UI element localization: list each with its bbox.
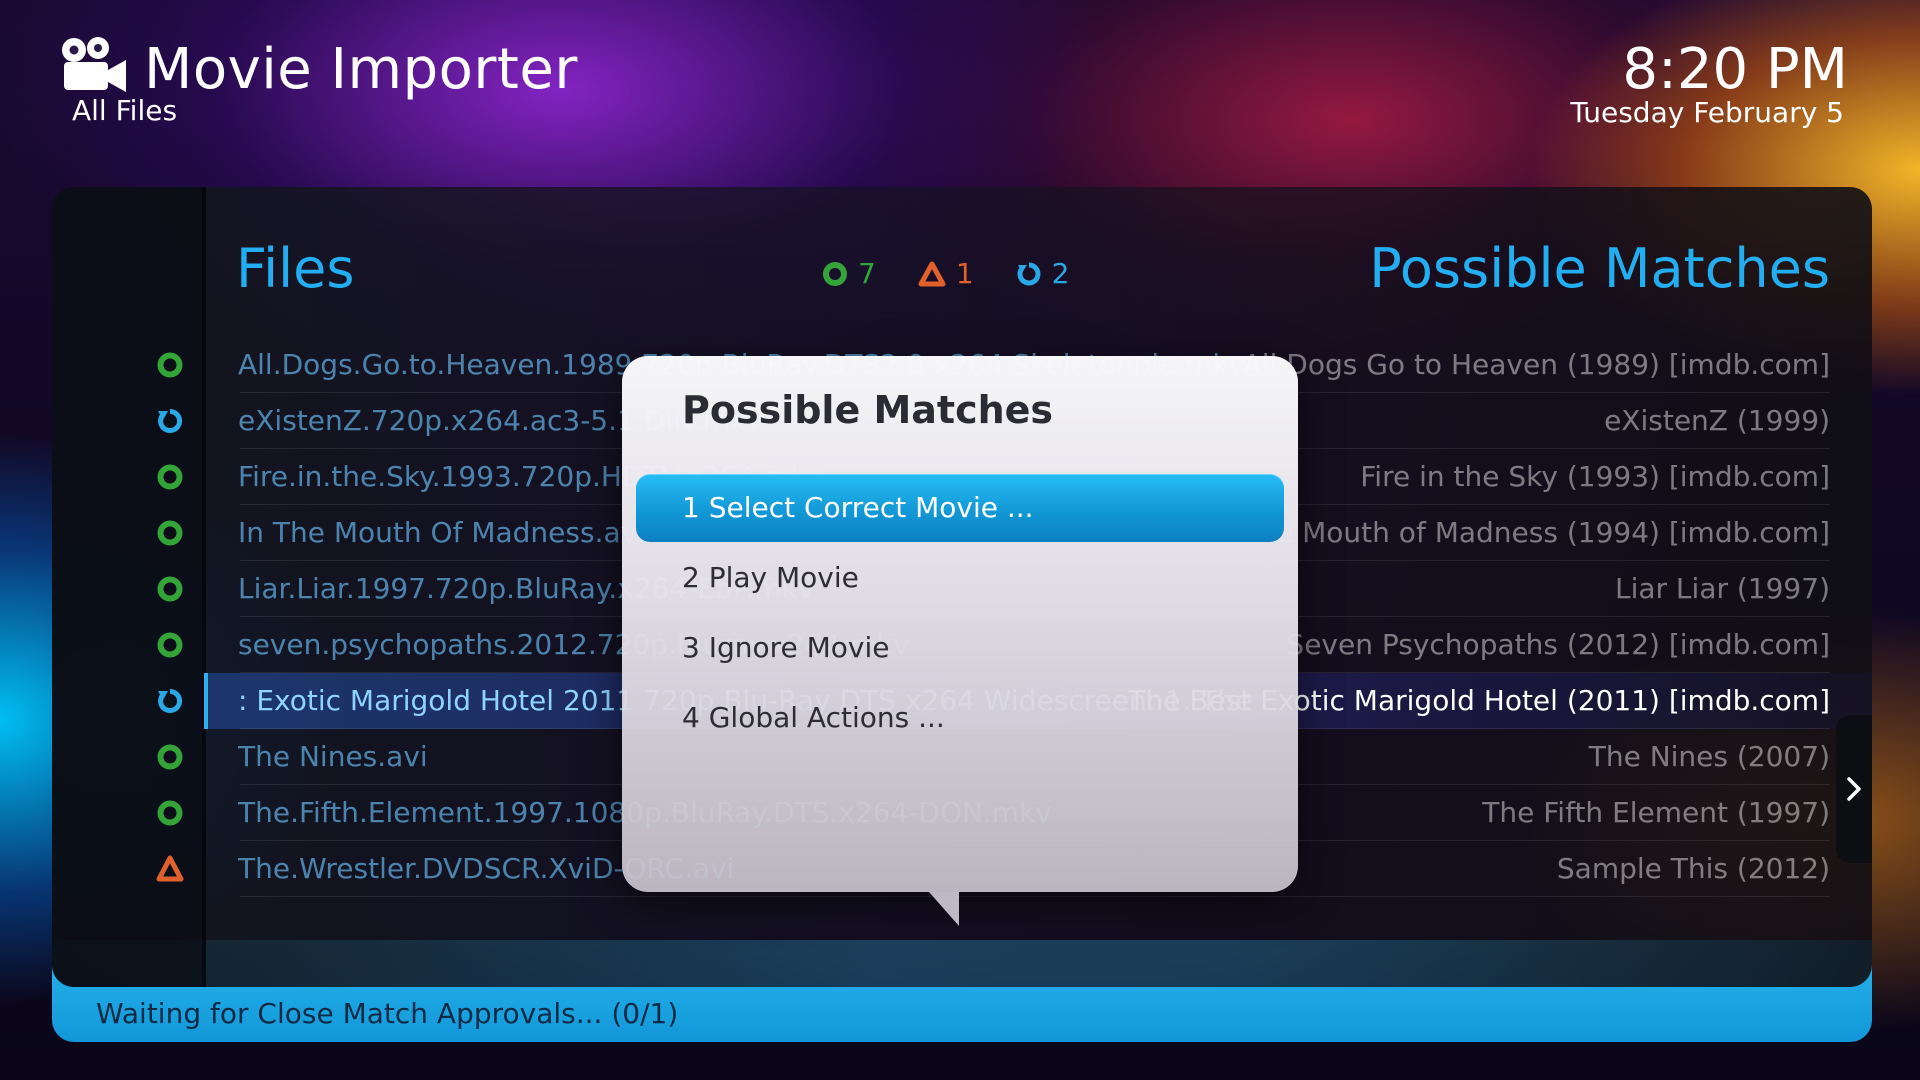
files-heading: Files [236,237,355,300]
match-name: Liar Liar (1997) [1614,572,1830,605]
check-circle-icon [156,575,184,603]
chevron-right-icon [1847,777,1861,801]
summary-pending: 2 [1016,257,1070,290]
menu-item-global-actions[interactable]: 4 Global Actions ... [636,684,1284,752]
match-name: In the Mouth of Madness (1994) [imdb.com… [1212,516,1830,549]
match-name: eXistenZ (1999) [1604,404,1830,437]
possible-matches-dialog: Possible Matches 1 Select Correct Movie … [622,356,1298,926]
file-name: In The Mouth Of Madness.avi [238,516,645,549]
matches-heading: Possible Matches [1369,237,1830,300]
check-circle-icon [156,631,184,659]
app-title: Movie Importer [144,37,578,102]
menu-item-ignore-movie[interactable]: 3 Ignore Movie [636,614,1284,682]
check-circle-icon [156,463,184,491]
menu-item-select-correct-movie[interactable]: 1 Select Correct Movie ... [636,474,1284,542]
match-name: All Dogs Go to Heaven (1989) [imdb.com] [1242,348,1830,381]
match-name: The Fifth Element (1997) [1482,796,1830,829]
check-circle-icon [156,799,184,827]
row-divider [240,896,1830,897]
status-summary: 7 1 2 [822,257,1069,290]
next-page-tab[interactable] [1836,715,1872,863]
match-name: Seven Psychopaths (2012) [imdb.com] [1286,628,1830,661]
summary-ok-count: 7 [858,257,876,290]
refresh-icon [156,687,184,715]
movie-camera-icon [62,37,126,92]
status-text: Waiting for Close Match Approvals... (0/… [96,997,679,1030]
summary-pending-count: 2 [1051,257,1070,290]
check-circle-icon [823,261,847,286]
context-menu: 1 Select Correct Movie ... 2 Play Movie … [636,474,1284,754]
app-subtitle: All Files [72,94,178,127]
refresh-icon [156,407,184,435]
row-focus-marker [204,673,208,729]
clock: 8:20 PM [1622,37,1848,102]
summary-warn: 1 [918,257,974,290]
summary-warn-count: 1 [955,257,974,290]
warning-triangle-icon [156,855,184,883]
summary-ok: 7 [822,257,876,290]
check-circle-icon [156,351,184,379]
dialog-pointer [929,892,959,926]
file-name: The Nines.avi [238,740,428,773]
match-name: The Nines (2007) [1588,740,1830,773]
menu-item-play-movie[interactable]: 2 Play Movie [636,544,1284,612]
warning-triangle-icon [918,261,946,286]
date: Tuesday February 5 [1570,96,1844,129]
check-circle-icon [156,743,184,771]
refresh-icon [1017,262,1041,285]
dialog-title: Possible Matches [682,388,1054,432]
match-name: Sample This (2012) [1556,852,1830,885]
check-circle-icon [156,519,184,547]
match-name: Fire in the Sky (1993) [imdb.com] [1360,460,1830,493]
